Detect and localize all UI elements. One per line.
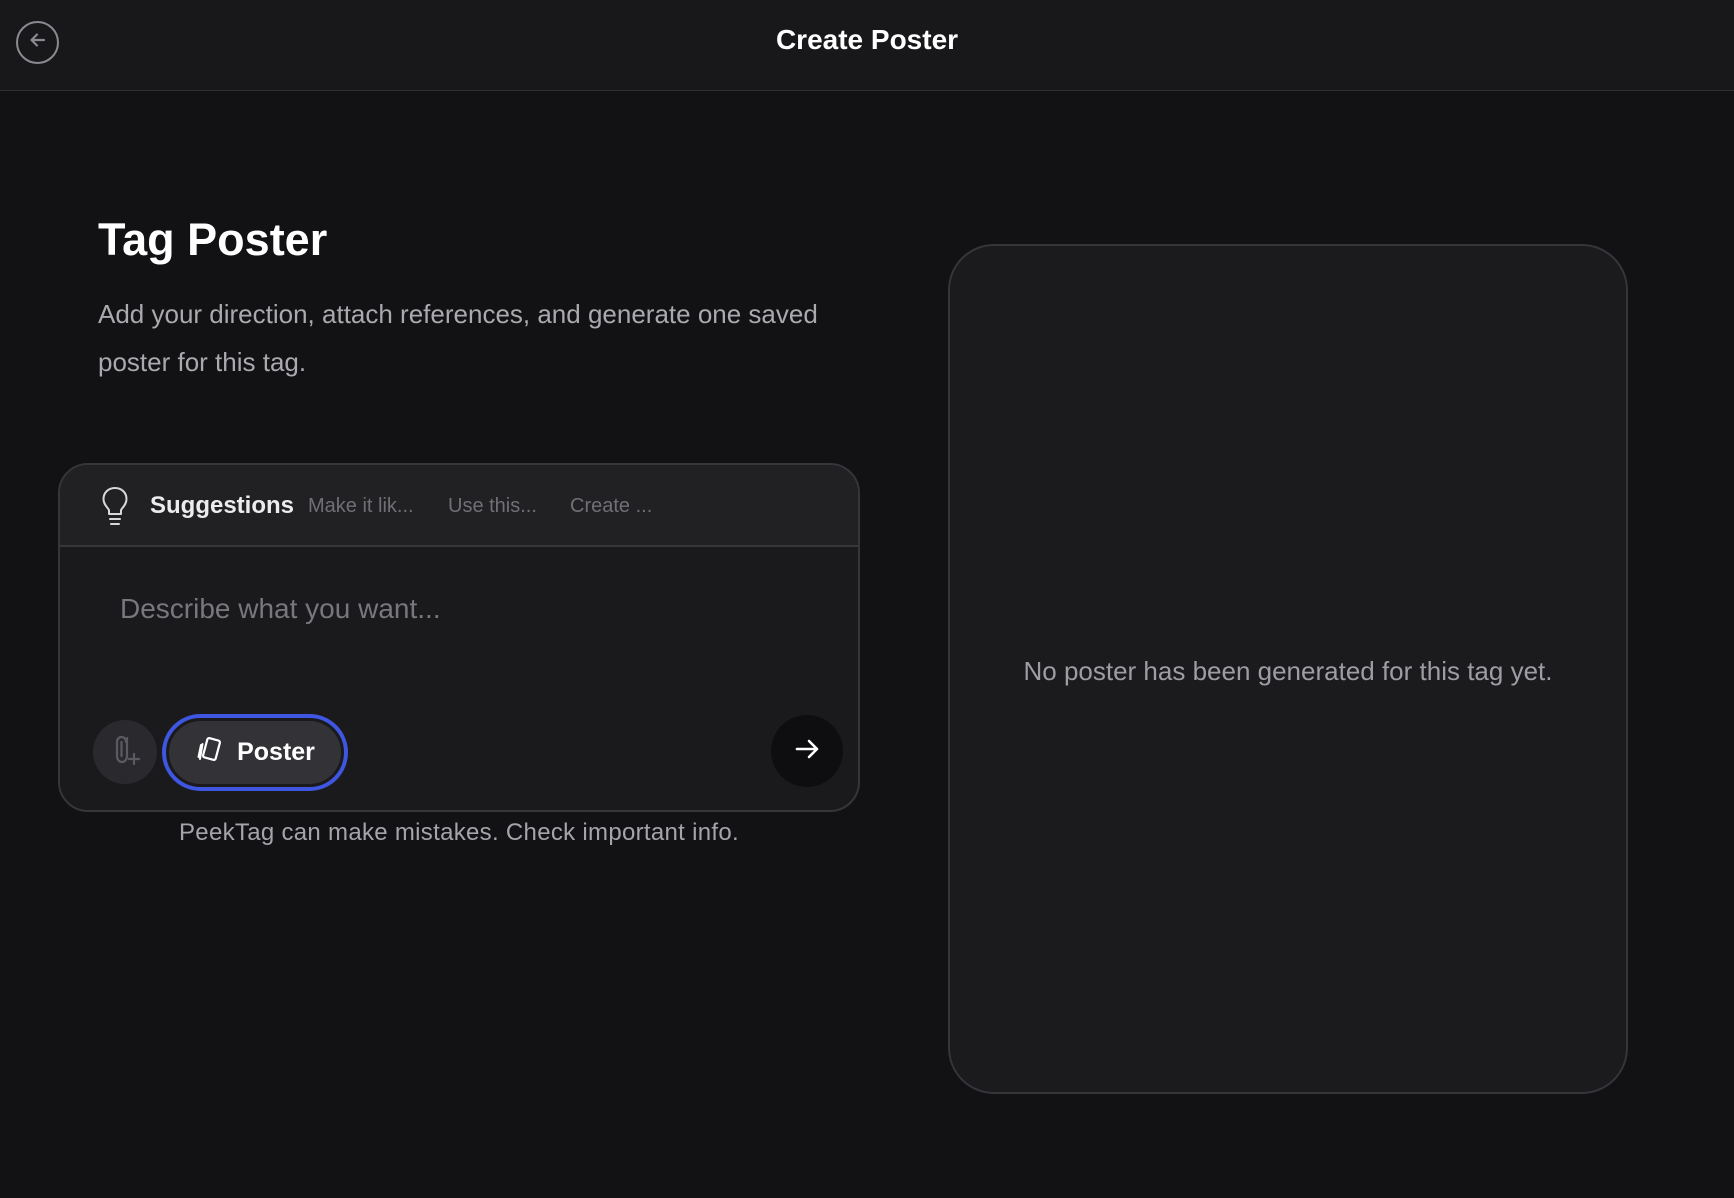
poster-mode-label: Poster xyxy=(237,738,315,766)
attach-reference-button[interactable] xyxy=(93,720,157,784)
page-title: Tag Poster xyxy=(98,214,328,265)
page-description: Add your direction, attach references, a… xyxy=(98,299,818,377)
paperclip-add-icon xyxy=(109,732,141,773)
suggestion-chip-2[interactable]: Use this... xyxy=(448,495,537,518)
top-bar: Create Poster xyxy=(0,0,1734,91)
suggestions-bar: Suggestions Make it lik... Use this... C… xyxy=(60,465,858,547)
lightbulb-icon xyxy=(100,485,130,529)
poster-preview-panel: No poster has been generated for this ta… xyxy=(948,244,1628,1094)
prompt-composer: Suggestions Make it lik... Use this... C… xyxy=(58,463,860,812)
send-button[interactable] xyxy=(771,715,843,787)
suggestion-chip-1[interactable]: Make it lik... xyxy=(308,495,414,518)
suggestions-label: Suggestions xyxy=(150,492,295,519)
suggestion-chip-3[interactable]: Create ... xyxy=(570,495,652,518)
arrow-right-icon xyxy=(793,735,821,768)
disclaimer-text: PeekTag can make mistakes. Check importa… xyxy=(179,819,739,846)
poster-mode-button[interactable]: Poster xyxy=(162,714,348,791)
page-header-title: Create Poster xyxy=(775,24,959,55)
prompt-input[interactable] xyxy=(120,593,800,625)
empty-state-text: No poster has been generated for this ta… xyxy=(1023,656,1553,686)
poster-cards-icon xyxy=(195,735,225,770)
